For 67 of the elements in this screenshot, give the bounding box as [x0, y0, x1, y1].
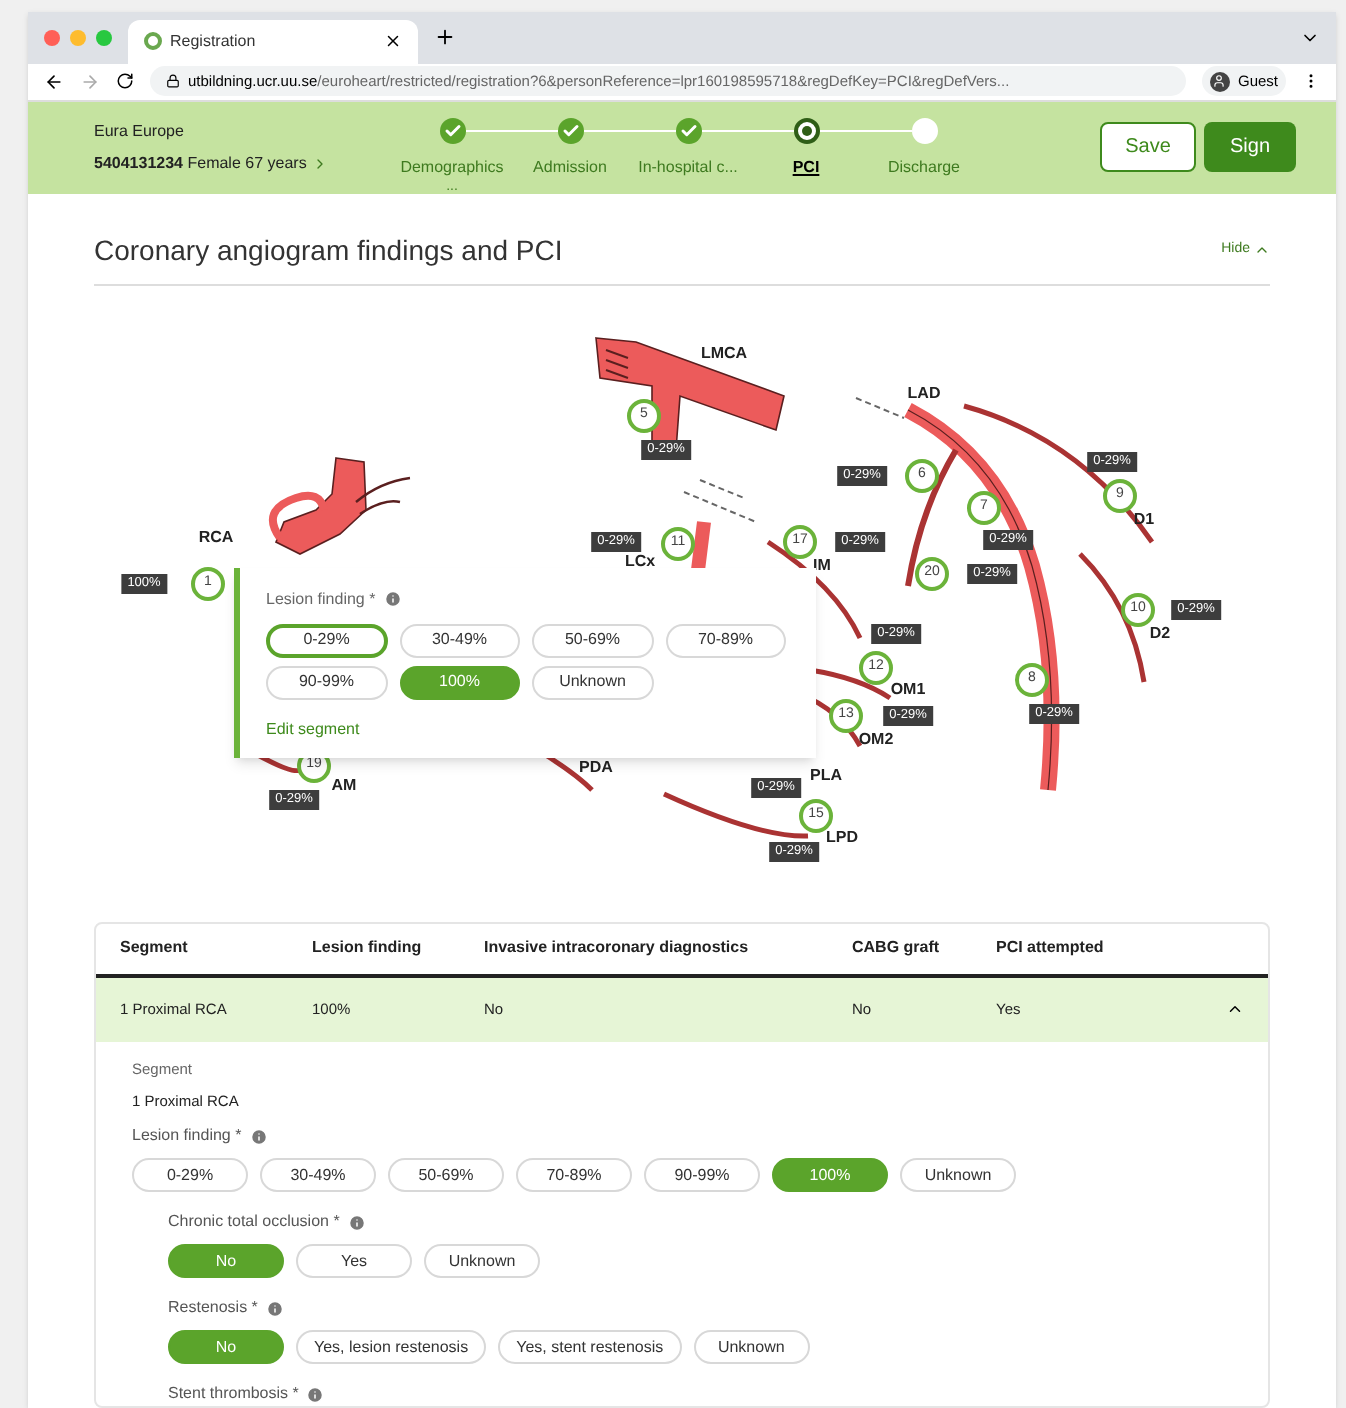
- vessel-label: LPD: [826, 829, 858, 845]
- collapse-icon[interactable]: [1226, 1000, 1244, 1018]
- column-header: PCI attempted: [996, 936, 1106, 960]
- option-button[interactable]: Unknown: [532, 665, 653, 699]
- option-button[interactable]: 90-99%: [266, 665, 387, 699]
- field-label: Lesion finding *: [132, 1124, 242, 1148]
- option-button[interactable]: 90-99%: [644, 1158, 760, 1192]
- new-tab-icon[interactable]: [434, 26, 456, 49]
- info-icon: [249, 1127, 268, 1145]
- browser-tab[interactable]: Registration: [128, 19, 418, 64]
- option-button[interactable]: 70-89%: [665, 623, 786, 657]
- save-button[interactable]: Save: [1100, 122, 1196, 172]
- step-link[interactable]: Demographics: [400, 155, 504, 179]
- vessel-label: RCA: [198, 529, 234, 545]
- patient-name: Eura Europe: [94, 119, 186, 143]
- close-icon[interactable]: [384, 32, 402, 51]
- option-button[interactable]: Yes, lesion restenosis: [296, 1330, 487, 1364]
- option-button[interactable]: Yes, stent restenosis: [498, 1330, 682, 1364]
- option-button[interactable]: 50-69%: [532, 623, 653, 657]
- site-logo-icon: [144, 32, 162, 51]
- step-link[interactable]: Discharge: [887, 155, 960, 179]
- option-button[interactable]: 50-69%: [388, 1158, 504, 1192]
- option-button[interactable]: 70-89%: [516, 1158, 632, 1192]
- vessel-label: OM2: [858, 731, 894, 747]
- vessel-label: LAD: [907, 385, 941, 401]
- vessel-label: OM1: [890, 681, 926, 697]
- info-icon: [265, 1299, 284, 1317]
- option-button[interactable]: Unknown: [900, 1158, 1016, 1192]
- info-icon: [347, 1213, 366, 1231]
- vessel-label: D2: [1149, 625, 1171, 641]
- column-header: Invasive intracoronary diagnostics: [484, 936, 751, 960]
- back-icon[interactable]: [44, 71, 64, 92]
- vessel-label: PDA: [579, 759, 613, 775]
- patient-summary: 5404131234 Female 67 years: [94, 151, 307, 175]
- option-button[interactable]: 30-49%: [260, 1158, 376, 1192]
- field-label: Lesion finding *: [266, 587, 376, 611]
- tab-title: Registration: [170, 29, 258, 54]
- edit-segment-link[interactable]: Edit segment: [266, 717, 790, 741]
- column-header: Segment: [120, 936, 190, 960]
- section-title: Coronary angiogram findings and PCI: [94, 231, 563, 270]
- option-button[interactable]: Unknown: [424, 1244, 540, 1278]
- option-button[interactable]: 30-49%: [399, 623, 520, 657]
- vessel-label: PLA: [810, 767, 842, 783]
- option-button[interactable]: 0-29%: [266, 623, 387, 657]
- vessel-label: LMCA: [700, 345, 748, 361]
- step-link[interactable]: In-hospital c...: [638, 155, 738, 179]
- vessel-label: LCx: [624, 553, 656, 569]
- info-icon: [306, 1385, 325, 1403]
- option-button[interactable]: 0-29%: [132, 1158, 248, 1192]
- field-label: Chronic total occlusion *: [168, 1210, 340, 1234]
- step-link[interactable]: Admission: [533, 155, 607, 179]
- field-label: Stent thrombosis *: [168, 1382, 299, 1406]
- step-link[interactable]: PCI: [792, 155, 820, 179]
- lock-icon: [166, 74, 180, 89]
- field-label: Restenosis *: [168, 1296, 258, 1320]
- option-button[interactable]: Unknown: [693, 1330, 810, 1364]
- vessel-label: AM: [331, 777, 357, 793]
- column-header: CABG graft: [852, 936, 942, 960]
- chevron-up-icon[interactable]: [1254, 242, 1270, 258]
- reload-icon[interactable]: [116, 72, 134, 91]
- column-header: Lesion finding: [312, 936, 424, 960]
- vessel-label: IM: [813, 557, 831, 573]
- vessel-label: D1: [1133, 511, 1155, 527]
- info-icon: [383, 590, 402, 608]
- option-button[interactable]: Yes: [296, 1244, 412, 1278]
- avatar-icon: [1209, 71, 1230, 92]
- sign-button[interactable]: Sign: [1204, 122, 1296, 172]
